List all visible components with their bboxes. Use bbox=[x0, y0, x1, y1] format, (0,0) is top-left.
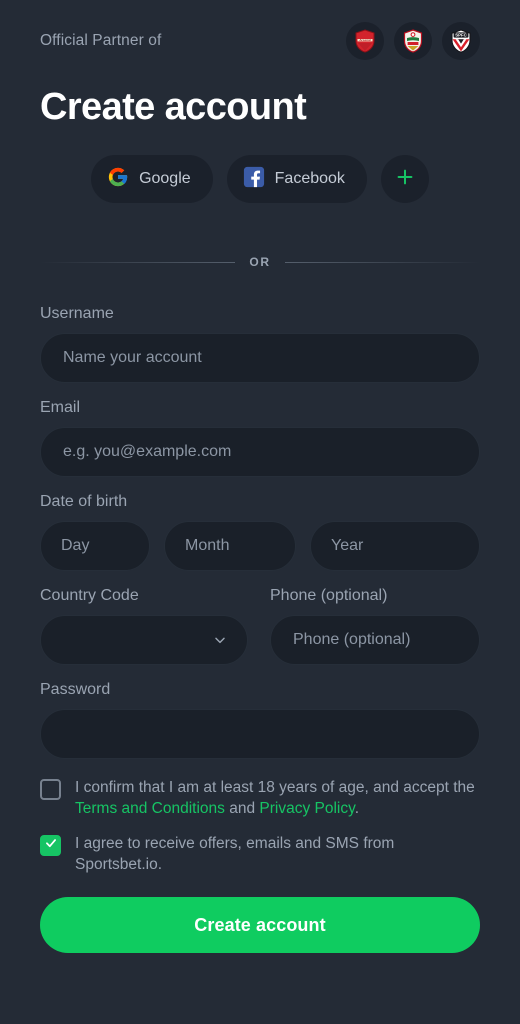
check-icon bbox=[44, 836, 58, 855]
svg-text:Arsenal: Arsenal bbox=[359, 38, 370, 42]
create-account-button[interactable]: Create account bbox=[40, 897, 480, 953]
username-input[interactable] bbox=[40, 333, 480, 383]
page-title: Create account bbox=[40, 86, 307, 128]
divider-label: OR bbox=[249, 255, 271, 269]
country-code-label: Country Code bbox=[40, 587, 139, 604]
privacy-policy-link[interactable]: Privacy Policy bbox=[259, 800, 354, 817]
age-consent-text: I confirm that I am at least 18 years of… bbox=[75, 777, 480, 819]
password-field: Password bbox=[40, 681, 480, 759]
google-login-label: Google bbox=[139, 170, 191, 187]
country-phone-labels: Country Code Phone (optional) bbox=[40, 587, 480, 615]
dob-field: Date of birth bbox=[40, 493, 480, 571]
arsenal-badge: Arsenal bbox=[346, 22, 384, 60]
google-icon bbox=[107, 166, 129, 193]
divider-line-right bbox=[284, 261, 481, 263]
dob-year-input[interactable] bbox=[310, 521, 480, 571]
age-consent-text-between: and bbox=[224, 800, 260, 817]
age-consent-text-before: I confirm that I am at least 18 years of… bbox=[75, 779, 475, 796]
country-code-select[interactable] bbox=[40, 615, 248, 665]
social-login-row: Google Facebook bbox=[40, 155, 480, 203]
username-field: Username bbox=[40, 305, 480, 383]
marketing-consent-row: I agree to receive offers, emails and SM… bbox=[40, 833, 480, 875]
country-phone-inputs bbox=[40, 615, 480, 665]
country-code-select-wrap bbox=[40, 615, 248, 665]
facebook-login-label: Facebook bbox=[274, 170, 345, 187]
facebook-login-button[interactable]: Facebook bbox=[226, 155, 367, 203]
age-consent-checkbox[interactable] bbox=[40, 779, 61, 800]
terms-and-conditions-link[interactable]: Terms and Conditions bbox=[75, 800, 225, 817]
dob-month-input[interactable] bbox=[164, 521, 296, 571]
username-label: Username bbox=[40, 305, 114, 322]
more-login-options-button[interactable] bbox=[380, 155, 429, 203]
dob-day-input[interactable] bbox=[40, 521, 150, 571]
email-input[interactable] bbox=[40, 427, 480, 477]
email-field: Email bbox=[40, 399, 480, 477]
marketing-consent-text: I agree to receive offers, emails and SM… bbox=[75, 835, 395, 873]
signup-page: Official Partner of Arsenal SPFC Create … bbox=[0, 0, 520, 1024]
password-input[interactable] bbox=[40, 709, 480, 759]
facebook-icon bbox=[243, 166, 265, 193]
password-label: Password bbox=[40, 681, 111, 698]
marketing-consent-checkbox[interactable] bbox=[40, 835, 61, 856]
age-consent-text-after: . bbox=[354, 800, 360, 817]
divider-line-left bbox=[40, 261, 236, 263]
country-phone-row: Country Code Phone (optional) bbox=[40, 587, 480, 665]
google-login-button[interactable]: Google bbox=[91, 155, 213, 203]
phone-label: Phone (optional) bbox=[270, 587, 388, 604]
dob-label: Date of birth bbox=[40, 493, 128, 510]
plus-icon bbox=[394, 166, 416, 193]
or-divider: OR bbox=[40, 255, 481, 269]
partner-label: Official Partner of bbox=[40, 32, 162, 49]
phone-input[interactable] bbox=[270, 615, 480, 665]
partner-badges: Arsenal SPFC bbox=[346, 22, 480, 60]
age-consent-row: I confirm that I am at least 18 years of… bbox=[40, 777, 480, 819]
southampton-badge bbox=[394, 22, 432, 60]
email-label: Email bbox=[40, 399, 81, 416]
sao-paulo-badge: SPFC bbox=[442, 22, 480, 60]
svg-text:SPFC: SPFC bbox=[455, 33, 466, 38]
partner-header: Official Partner of Arsenal SPFC bbox=[40, 0, 480, 68]
dob-inputs-row bbox=[40, 521, 480, 571]
